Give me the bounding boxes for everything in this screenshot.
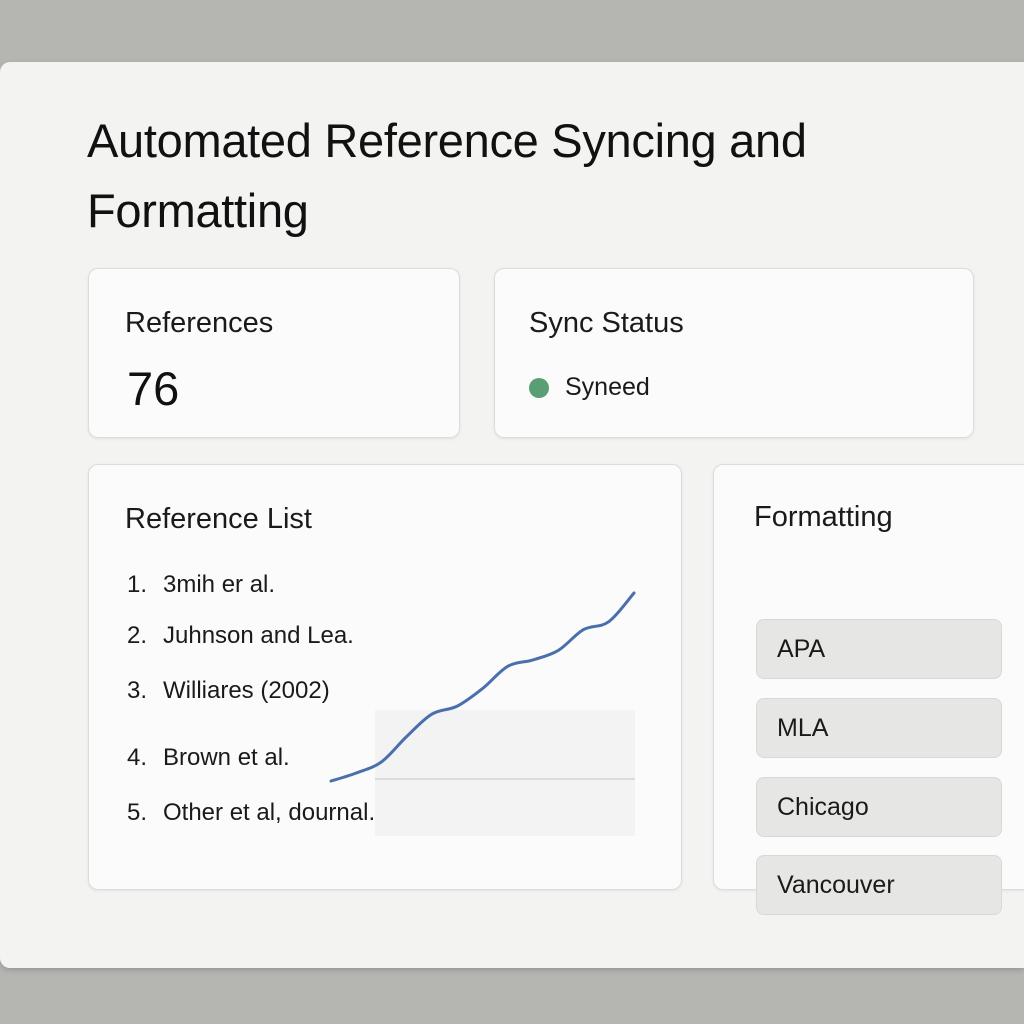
sync-status-card: Sync Status Syneed xyxy=(494,268,974,438)
reference-number: 3. xyxy=(127,677,148,704)
reference-number: 1. xyxy=(127,571,148,598)
format-option-vancouver[interactable]: Vancouver xyxy=(756,855,1002,915)
reference-text: 3mih er al. xyxy=(163,571,276,598)
reference-number: 2. xyxy=(127,622,148,649)
reference-list-item[interactable]: 1. 3mih er al. xyxy=(127,571,275,599)
app-window: Automated Reference Syncing and Formatti… xyxy=(0,62,1024,968)
reference-text: Brown et al. xyxy=(163,744,290,771)
format-option-mla[interactable]: MLA xyxy=(756,698,1002,758)
reference-list-item[interactable]: 3. Williares (2002) xyxy=(127,677,330,705)
references-card: References 76 xyxy=(88,268,460,438)
reference-list-title: Reference List xyxy=(125,503,312,535)
reference-list-item[interactable]: 4. Brown et al. xyxy=(127,744,290,772)
status-dot-icon xyxy=(529,377,549,398)
formatting-card: Formatting APA MLA Chicago Vancouver xyxy=(713,464,1024,915)
reference-text: Williares (2002) xyxy=(163,677,330,704)
references-count: 76 xyxy=(127,362,180,415)
sync-status-text: Syneed xyxy=(565,373,650,401)
sync-status-row: Syneed xyxy=(529,373,650,402)
trend-sparkline xyxy=(329,591,636,836)
page-title: Automated Reference Syncing and Formatti… xyxy=(87,114,807,237)
references-card-title: References xyxy=(125,307,274,339)
formatting-title: Formatting xyxy=(754,501,893,533)
reference-number: 4. xyxy=(127,744,148,771)
reference-list-card: Reference List 1. 3mih er al. 2. Juhnson a… xyxy=(88,464,682,890)
format-option-apa[interactable]: APA xyxy=(756,619,1002,679)
format-option-chicago[interactable]: Chicago xyxy=(756,777,1002,837)
reference-number: 5. xyxy=(127,799,148,826)
sync-status-title: Sync Status xyxy=(529,307,684,339)
